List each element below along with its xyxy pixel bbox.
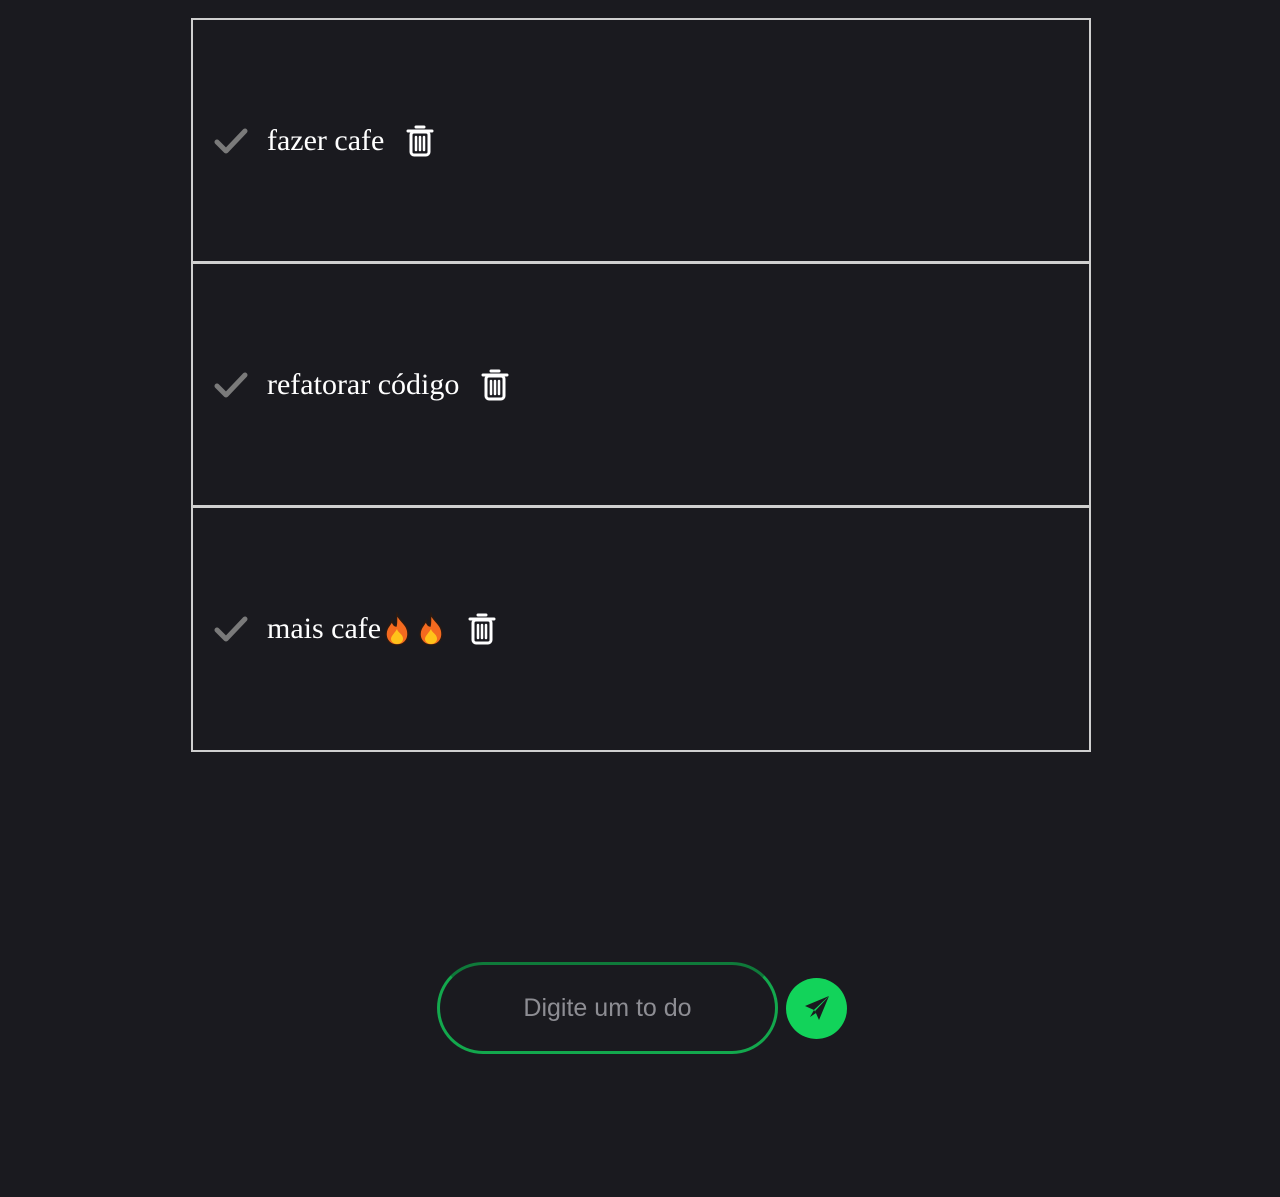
check-icon (214, 372, 248, 397)
trash-icon (406, 125, 434, 156)
check-icon (214, 616, 248, 642)
check-icon (214, 128, 248, 153)
todo-item: mais cafe (191, 506, 1091, 752)
todo-composer (437, 962, 847, 1054)
todo-input[interactable] (437, 962, 778, 1054)
fire-emojis (382, 612, 446, 646)
fire-emoji-icon (419, 612, 443, 646)
complete-button[interactable] (213, 125, 249, 157)
trash-icon (481, 369, 509, 400)
send-button[interactable] (786, 977, 847, 1039)
todo-text: refatorar código (267, 367, 460, 401)
delete-button[interactable] (404, 122, 436, 160)
todo-text: mais cafe (267, 612, 382, 645)
delete-button[interactable] (479, 366, 511, 404)
todo-item: refatorar código (191, 262, 1091, 507)
delete-button[interactable] (466, 610, 498, 648)
complete-button[interactable] (213, 613, 249, 645)
trash-icon (468, 613, 496, 645)
todo-text: fazer cafe (267, 123, 385, 157)
todo-list: fazer cafe refatorar código mais cafe (191, 18, 1091, 752)
todo-item: fazer cafe (191, 18, 1091, 263)
paper-plane-icon (804, 996, 829, 1020)
fire-emoji-icon (385, 612, 409, 646)
complete-button[interactable] (213, 369, 249, 401)
